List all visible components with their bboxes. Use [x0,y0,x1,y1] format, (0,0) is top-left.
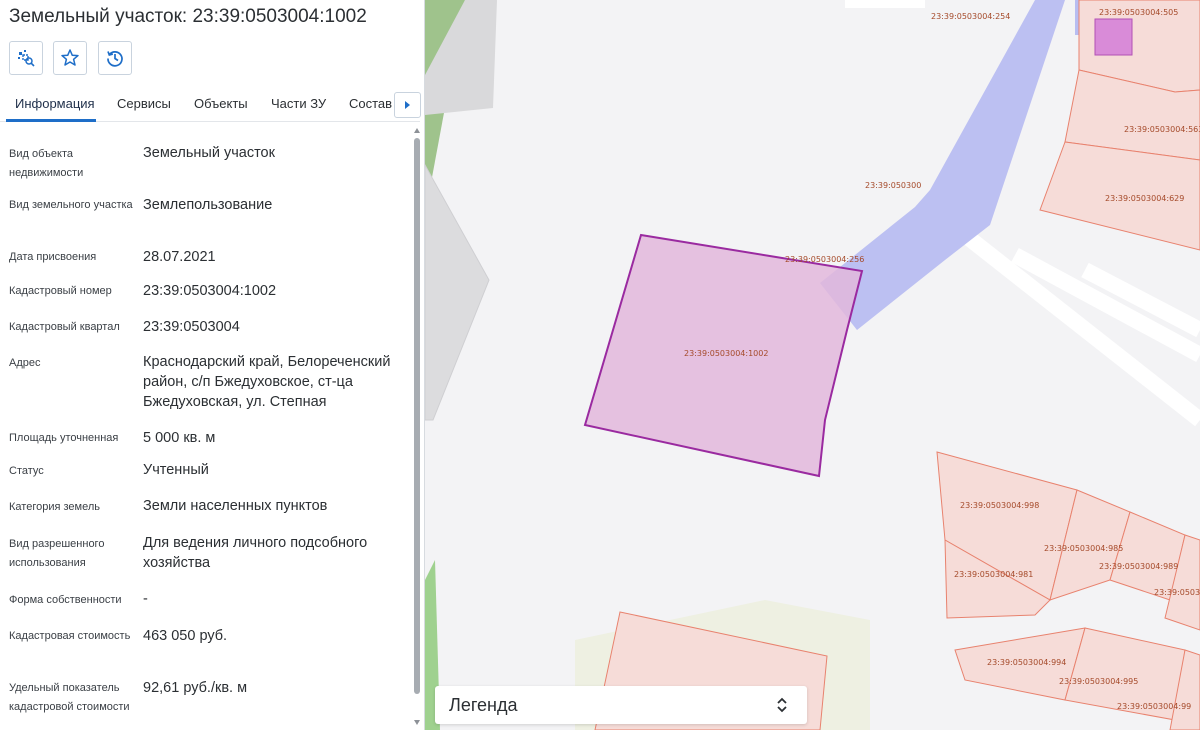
history-icon [107,51,123,67]
label-981: 23:39:0503004:981 [954,570,1033,579]
property-label: Кадастровый квартал [9,321,120,333]
scrollbar[interactable] [411,124,423,730]
property-value: - [143,591,148,607]
tab-objects[interactable]: Объекты [194,96,248,111]
label-0503: 23:39:050300 [865,181,921,190]
tab-services[interactable]: Сервисы [117,96,171,111]
label-1002: 23:39:0503004:1002 [684,349,768,358]
property-value: 28.07.2021 [143,249,216,265]
label-994: 23:39:0503004:994 [987,658,1066,667]
property-label: Вид объекта недвижимости [9,148,84,179]
map-search-icon [18,50,35,67]
property-value: 5 000 кв. м [143,430,216,446]
scroll-up-icon[interactable] [414,128,420,133]
app-window: Земельный участок: 23:39:0503004:1002 Ин… [0,0,1200,730]
property-label: Категория земель [9,501,100,513]
property-label: Кадастровая стоимость [9,630,131,642]
property-label: Адрес [9,357,41,369]
active-tab-indicator [6,119,96,122]
label-629: 23:39:0503004:629 [1105,194,1184,203]
legend-label: Легенда [449,695,518,715]
label-998: 23:39:0503004:998 [960,501,1039,510]
map-view[interactable]: 23:39:0503004:254 23:39:0503004:505 23:3… [425,0,1200,730]
property-value: Краснодарский край, Белореченский район,… [143,354,391,410]
label-995: 23:39:0503004:995 [1059,677,1138,686]
property-value: Учтенный [143,462,209,478]
label-985: 23:39:0503004:985 [1044,544,1123,553]
label-254: 23:39:0503004:254 [931,12,1010,21]
gray-area-left [425,163,490,421]
property-label: Площадь уточненная [9,432,119,444]
label-505: 23:39:0503004:505 [1099,8,1178,17]
tab-parts[interactable]: Части ЗУ [271,96,326,111]
tab-composition[interactable]: Состав [349,96,392,111]
property-value: 23:39:0503004:1002 [143,283,277,299]
tabs-scroll-right-button[interactable] [394,92,421,118]
chevron-right-icon [405,101,410,109]
property-value: Для ведения личного подсобного хозяйства [143,535,368,571]
property-label: Форма собственности [9,594,122,606]
star-icon [61,49,79,66]
page-title: Земельный участок: 23:39:0503004:1002 [9,6,367,27]
property-label: Статус [9,465,44,477]
property-label: Вид разрешенного использования [9,538,105,569]
map-canvas[interactable]: 23:39:0503004:254 23:39:0503004:505 23:3… [425,0,1200,730]
label-99y: 23:39:0503004:99 [1117,702,1191,711]
property-value: 23:39:0503004 [143,319,240,335]
property-list: Вид объекта недвижимости Земельный участ… [0,123,410,730]
property-label: Удельный показатель кадастровой стоимост… [9,682,130,713]
property-value: 92,61 руб./кв. м [143,680,248,696]
tab-bar: Информация Сервисы Объекты Части ЗУ Сост… [0,86,421,122]
label-256: 23:39:0503004:256 [785,255,864,264]
property-label: Кадастровый номер [9,285,112,297]
parcel-small-magenta [1094,18,1133,56]
chevron-updown-icon [777,697,787,713]
property-value: Земли населенных пунктов [143,498,328,514]
property-value: 463 050 руб. [143,628,228,644]
info-panel: Земельный участок: 23:39:0503004:1002 Ин… [0,0,425,730]
favorite-button[interactable] [53,41,87,75]
label-563: 23:39:0503004:563 [1124,125,1200,134]
tab-information[interactable]: Информация [15,96,95,111]
label-99x: 23:39:0503004:99 [1154,588,1200,597]
scrollbar-thumb[interactable] [414,138,420,694]
map-search-button[interactable] [9,41,43,75]
history-button[interactable] [98,41,132,75]
label-989: 23:39:0503004:989 [1099,562,1178,571]
property-label: Дата присвоения [9,251,97,263]
legend-dropdown[interactable]: Легенда [435,686,807,724]
property-value: Землепользование [143,197,273,213]
property-value: Земельный участок [143,145,275,161]
property-label: Вид земельного участка [9,199,133,211]
scroll-down-icon[interactable] [414,720,420,725]
